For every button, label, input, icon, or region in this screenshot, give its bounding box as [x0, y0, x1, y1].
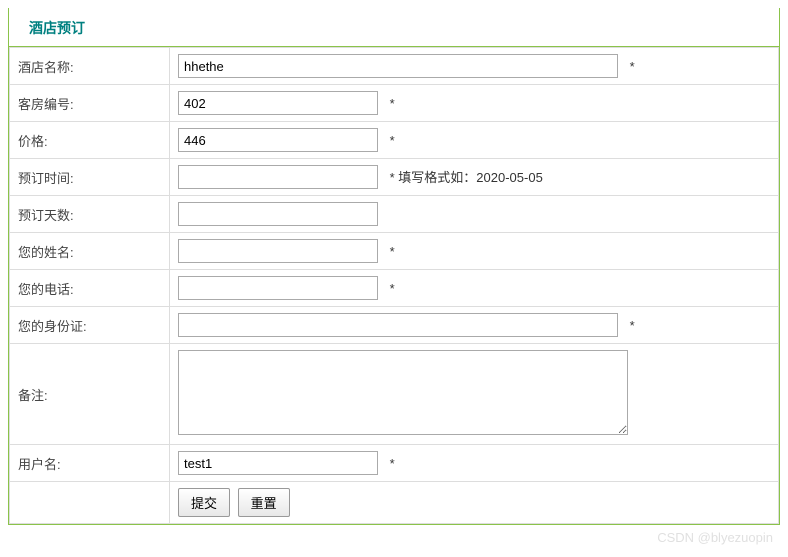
remark-textarea[interactable] [178, 350, 628, 435]
your-id-hint: * [630, 318, 635, 333]
your-phone-label: 您的电话: [10, 270, 170, 307]
reserve-days-input[interactable] [178, 202, 378, 226]
remark-label: 备注: [10, 344, 170, 445]
hotel-name-input[interactable] [178, 54, 618, 78]
page-title: 酒店预订 [29, 20, 85, 36]
username-input[interactable] [178, 451, 378, 475]
form-table: 酒店名称: * 客房编号: * 价格: * 预订时间: * 填写格式如 [9, 47, 779, 524]
reserve-time-label: 预订时间: [10, 159, 170, 196]
reserve-time-input[interactable] [178, 165, 378, 189]
your-phone-input[interactable] [178, 276, 378, 300]
watermark-text: CSDN @blyezuopin [657, 530, 773, 545]
your-id-label: 您的身份证: [10, 307, 170, 344]
button-row-label [10, 482, 170, 524]
your-name-hint: * [390, 244, 395, 259]
room-no-label: 客房编号: [10, 85, 170, 122]
reset-button[interactable]: 重置 [238, 488, 290, 517]
form-header: 酒店预订 [9, 8, 779, 47]
reserve-days-label: 预订天数: [10, 196, 170, 233]
hotel-name-hint: * [630, 59, 635, 74]
username-label: 用户名: [10, 445, 170, 482]
your-name-input[interactable] [178, 239, 378, 263]
price-label: 价格: [10, 122, 170, 159]
reserve-time-hint: * 填写格式如：2020-05-05 [390, 170, 543, 185]
your-phone-hint: * [390, 281, 395, 296]
price-hint: * [390, 133, 395, 148]
room-no-input[interactable] [178, 91, 378, 115]
room-no-hint: * [390, 96, 395, 111]
hotel-name-label: 酒店名称: [10, 48, 170, 85]
your-name-label: 您的姓名: [10, 233, 170, 270]
form-container: 酒店预订 酒店名称: * 客房编号: * 价格: * 预订时间: [8, 8, 780, 525]
username-hint: * [390, 456, 395, 471]
your-id-input[interactable] [178, 313, 618, 337]
submit-button[interactable]: 提交 [178, 488, 230, 517]
price-input[interactable] [178, 128, 378, 152]
